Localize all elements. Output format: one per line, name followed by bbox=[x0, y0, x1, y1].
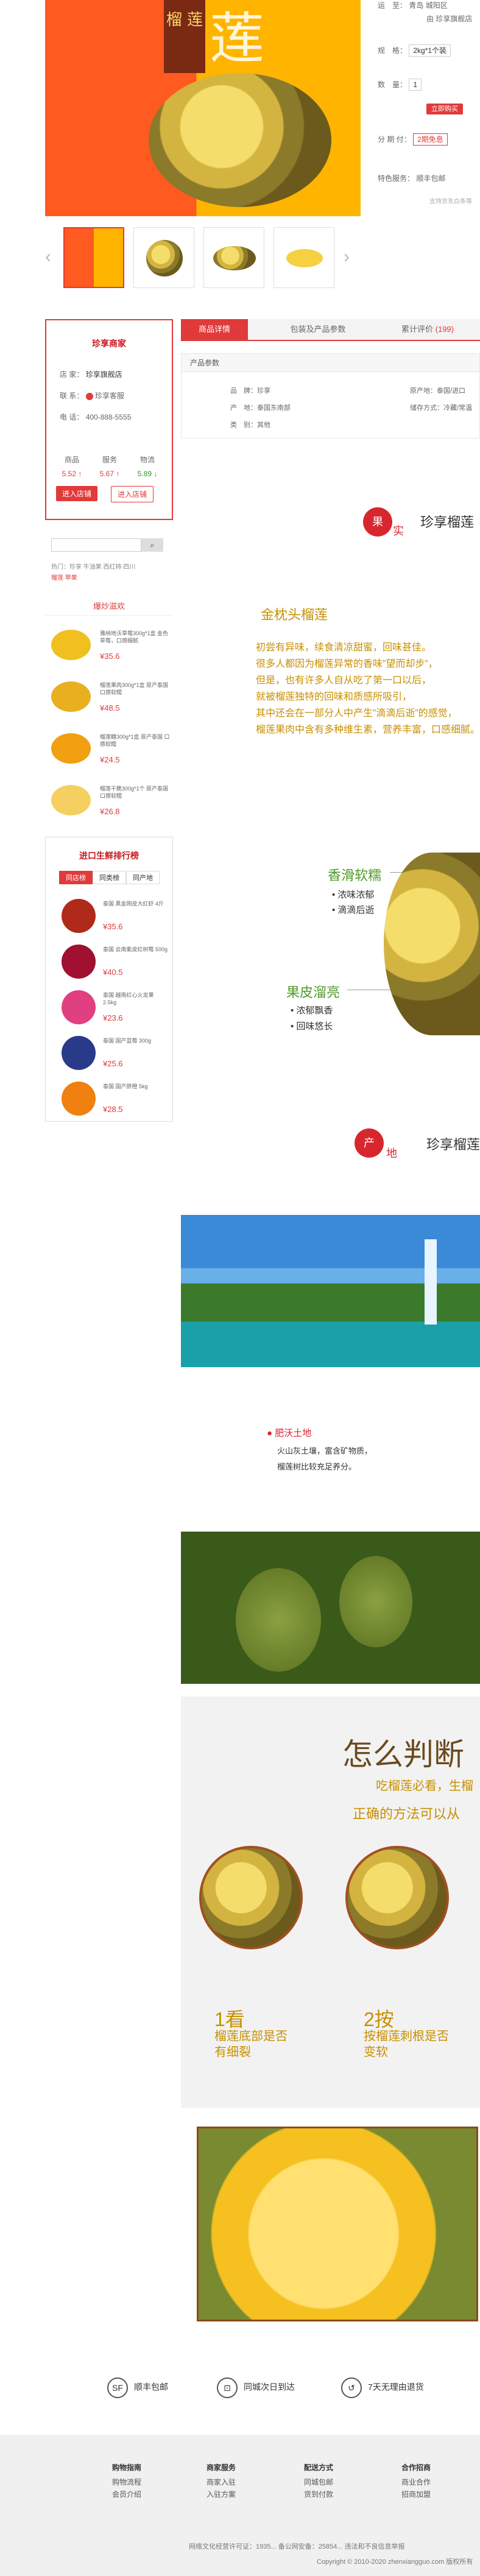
product-params: 产品参数 品 牌：珍享 原产地：泰国/进口 产 地：泰国东南部 储存方式：冷藏/… bbox=[181, 353, 480, 438]
tab-params[interactable]: 包装及产品参数 bbox=[272, 319, 364, 340]
tab-reviews[interactable]: 累计评价 (199) bbox=[382, 319, 473, 340]
shop-title: 珍享商家 bbox=[92, 339, 126, 348]
hot-list-title: 爆炒滋欢 bbox=[45, 600, 173, 616]
shop-phone-row: 电 话： 400-888-5555 bbox=[60, 413, 132, 421]
thumbnail[interactable] bbox=[133, 227, 194, 288]
section-title: 珍享榴莲 bbox=[420, 515, 475, 530]
durian-illustration bbox=[149, 73, 331, 207]
durian-flesh-photo bbox=[197, 2127, 478, 2321]
spec-option[interactable]: 2kg*1个装 bbox=[409, 44, 451, 57]
product-main-image: 榴 莲 莲 bbox=[45, 0, 361, 216]
list-item[interactable]: 泰国 云南紫皮红树莓 500g ¥40.5 bbox=[59, 941, 169, 987]
thumbnail-strip: ‹ › bbox=[45, 222, 361, 292]
score-goods: 商品 5.52 ↑ bbox=[62, 456, 82, 478]
score-logistics: 物流 5.89 ↓ bbox=[137, 456, 158, 478]
list-item[interactable]: 泰国 国产脐橙 5kg ¥28.5 bbox=[59, 1078, 169, 1124]
feature-point: • 滴滴后逝 bbox=[332, 905, 375, 915]
tab-same-store[interactable]: 同店榜 bbox=[59, 871, 93, 884]
qty-row: 数 量： 1 bbox=[378, 79, 422, 91]
ship-row: 运 至： 青岛 城阳区 bbox=[378, 1, 448, 10]
return-icon: ↺ bbox=[341, 2377, 362, 2398]
hero-char: 莲 bbox=[210, 7, 264, 71]
tab-same-origin[interactable]: 同产地 bbox=[126, 871, 160, 884]
durian-thorn-image bbox=[345, 1846, 449, 1949]
section-badge: 产 bbox=[355, 1128, 384, 1158]
quantity-stepper[interactable]: 1 bbox=[409, 79, 422, 91]
durian-illustration bbox=[384, 853, 480, 1035]
feature-point: • 浓味浓郁 bbox=[332, 890, 375, 900]
spec-row: 规 格： 2kg*1个装 bbox=[378, 44, 451, 57]
list-item[interactable]: 榴莲果肉300g*1盒 原产泰国 口感软糯 ¥48.5 bbox=[45, 679, 173, 716]
pitch-heading: 金枕头榴莲 bbox=[261, 607, 328, 622]
footer-col: 配送方式 同城包邮 货到付款 bbox=[303, 2463, 333, 2499]
hot-search-2[interactable]: 榴莲 苹果 bbox=[51, 572, 77, 582]
feature-title: 香滑软糯 bbox=[328, 868, 382, 883]
hot-list: 爆炒滋欢 雅纳地沃草莓300g*1盒 金色草莓，口感细腻 ¥35.6 榴莲果肉30… bbox=[45, 600, 173, 816]
feature-point: • 回味悠长 bbox=[291, 1021, 333, 1032]
shop-contact-row: 联 系： 珍享客服 bbox=[60, 392, 125, 400]
rank-title: 进口生鲜排行榜 bbox=[79, 851, 139, 860]
installment-option[interactable]: 2期免息 bbox=[413, 133, 448, 146]
rank-tabs: 同店榜 同类榜 同产地 bbox=[59, 871, 160, 884]
judge-title: 怎么判断 bbox=[342, 1737, 464, 1772]
list-item[interactable]: 泰国 国产蓝莓 300g ¥25.6 bbox=[59, 1032, 169, 1078]
origin-title: ● 肥沃土地 bbox=[267, 1428, 312, 1438]
enter-store-button-2[interactable]: 进入店铺 bbox=[111, 486, 154, 502]
footer: 购物指南 购物流程 会员介绍 商家服务 商家入驻 入驻方案 配送方式 同城包邮 货到付款 合… bbox=[0, 2435, 480, 2576]
section-title: 珍享榴莲 bbox=[426, 1137, 480, 1152]
footer-col: 合作招商 商业合作 招商加盟 bbox=[401, 2463, 431, 2499]
list-item[interactable]: 雅纳地沃草莓300g*1盒 金色草莓，口感细腻 ¥35.6 bbox=[45, 627, 173, 664]
service-shipping: SF 顺丰包邮 bbox=[107, 2377, 168, 2398]
durian-tree-photo bbox=[181, 1532, 480, 1684]
footer-col: 购物指南 购物流程 会员介绍 bbox=[111, 2463, 141, 2499]
shop-search: ⌕ 热门：珍享 牛油果 西红柿 四川 榴莲 苹果 bbox=[45, 535, 173, 589]
section-badge: 果 bbox=[363, 507, 392, 537]
sf-express-icon: SF bbox=[107, 2377, 128, 2398]
service-row: 特色服务： 顺丰包邮 bbox=[378, 174, 446, 183]
pitch-text: 初尝有异味，续食清凉甜蜜，回味甚佳。 很多人都因为榴莲异常的香味”望而却步”， … bbox=[256, 642, 480, 735]
footer-copyright: Copyright © 2010-2020 zhenxiangguo.com 版… bbox=[317, 2558, 473, 2566]
tab-same-category[interactable]: 同类榜 bbox=[93, 871, 126, 884]
feature-title: 果皮溜亮 bbox=[286, 985, 341, 1000]
chat-icon bbox=[85, 392, 93, 400]
thumbnail[interactable] bbox=[63, 227, 124, 288]
note: 支持京东白条等 bbox=[429, 199, 472, 205]
enter-store-button[interactable]: 进入店铺 bbox=[56, 486, 98, 501]
tab-detail[interactable]: 商品详情 bbox=[181, 319, 248, 340]
ship-from: 由 珍享旗舰店 bbox=[426, 15, 473, 23]
list-item[interactable]: 泰国 黑金刚皮大红虾 4斤 ¥35.6 bbox=[59, 895, 169, 941]
buy-now-button[interactable]: 立即购买 bbox=[426, 104, 463, 114]
params-title: 产品参数 bbox=[182, 354, 479, 372]
shop-store-row: 店 家： 珍享旗舰店 bbox=[60, 370, 122, 379]
installment-row: 分 期 付： 2期免息 bbox=[378, 133, 448, 146]
delivery-icon: ⊡ bbox=[217, 2377, 238, 2398]
hot-search: 热门：珍享 牛油果 西红柿 四川 bbox=[51, 564, 136, 571]
ship-destination[interactable]: 青岛 城阳区 bbox=[409, 1, 447, 10]
service-return: ↺ 7天无理由退货 bbox=[341, 2377, 424, 2398]
service-next-day: ⊡ 同城次日到达 bbox=[217, 2377, 295, 2398]
durian-bottom-image bbox=[199, 1846, 303, 1949]
thumbnail[interactable] bbox=[203, 227, 264, 288]
search-icon: ⌕ bbox=[150, 541, 155, 549]
footer-legal: 网络文化经营许可证：1935... 备公网安备：25854... 违法和不良信息… bbox=[189, 2543, 405, 2550]
search-input[interactable] bbox=[51, 538, 141, 552]
score-service: 服务 5.67 ↑ bbox=[99, 456, 120, 478]
hero-tag: 榴 莲 bbox=[164, 0, 205, 73]
chevron-right-icon[interactable]: › bbox=[344, 247, 350, 267]
feature-point: • 浓郁飘香 bbox=[291, 1005, 333, 1016]
thumbnail[interactable] bbox=[274, 227, 334, 288]
landscape-photo bbox=[181, 1215, 480, 1367]
detail-tabs: 商品详情 包装及产品参数 累计评价 (199) bbox=[181, 319, 480, 341]
judge-section: 怎么判断 吃榴莲必看，生榴 正确的方法可以从 1看 榴莲底部是否 有细裂 2按 按… bbox=[181, 1697, 480, 2108]
shop-card: 珍享商家 店 家： 珍享旗舰店 联 系： 珍享客服 电 话： 400-888-5… bbox=[45, 319, 173, 520]
list-item[interactable]: 榴莲糖300g*1盒 原产泰国 口感软糯 ¥24.5 bbox=[45, 731, 173, 767]
rank-list: 进口生鲜排行榜 同店榜 同类榜 同产地 泰国 黑金刚皮大红虾 4斤 ¥35.6 泰… bbox=[45, 837, 173, 1122]
footer-col: 商家服务 商家入驻 入驻方案 bbox=[206, 2463, 236, 2499]
list-item[interactable]: 泰国 越南红心火龙果 2.5kg ¥23.6 bbox=[59, 987, 169, 1032]
product-info: 运 至： 青岛 城阳区 由 珍享旗舰店 规 格： 2kg*1个装 数 量： 1 … bbox=[378, 0, 480, 207]
chevron-left-icon[interactable]: ‹ bbox=[45, 247, 51, 267]
contact-link[interactable]: 珍享客服 bbox=[95, 392, 124, 400]
search-button[interactable]: ⌕ bbox=[141, 538, 163, 552]
list-item[interactable]: 榴莲干脆300g*1个 原产泰国 口感软糯 ¥26.8 bbox=[45, 783, 173, 819]
